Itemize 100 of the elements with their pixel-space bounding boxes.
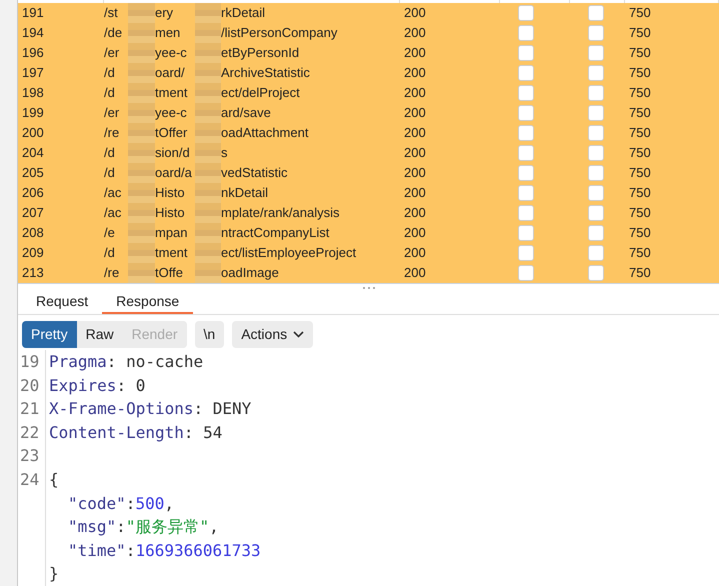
redaction-mark xyxy=(128,162,155,183)
table-row[interactable]: 207 /ac Histo mplate/rank/analysis 200 750 xyxy=(18,202,719,223)
table-row[interactable]: 208 /e mpan ntractCompanyList 200 750 xyxy=(18,222,719,243)
checkbox[interactable] xyxy=(518,24,534,41)
table-row[interactable]: 213 /re tOffe oadImage 200 750 xyxy=(18,262,719,283)
table-cell-text: 200 xyxy=(403,4,427,22)
path-text: mpan xyxy=(155,224,189,242)
table-row[interactable]: 209 /d tment ect/listEmployeeProject 200 750 xyxy=(18,242,719,263)
table-row[interactable]: 204 /d sion/d s 200 750 xyxy=(18,142,719,163)
path-text: /e xyxy=(104,224,116,242)
path-text: mplate/rank/analysis xyxy=(221,204,340,222)
path-text: /d xyxy=(104,84,116,102)
redaction-mark xyxy=(128,82,155,103)
checkbox[interactable] xyxy=(588,144,604,161)
path-text: oard/a xyxy=(155,164,193,182)
checkbox[interactable] xyxy=(588,224,604,241)
table-cell-text: 208 xyxy=(21,224,45,242)
table-row[interactable]: 199 /er yee-c ard/save 200 750 xyxy=(18,102,719,123)
table-row[interactable]: 196 /er yee-c etByPersonId 200 750 xyxy=(18,42,719,63)
checkbox[interactable] xyxy=(588,264,604,281)
checkbox[interactable] xyxy=(518,164,534,181)
redaction-mark xyxy=(128,62,155,83)
line-number: 24 xyxy=(18,468,46,492)
code-line: } xyxy=(48,563,59,586)
table-row[interactable]: 205 /d oard/a vedStatistic 200 750 xyxy=(18,162,719,183)
path-text: /re xyxy=(104,264,120,282)
table-cell-text: 200 xyxy=(403,44,427,62)
line-number: 22 xyxy=(18,420,46,444)
path-text: men xyxy=(155,24,182,42)
redaction-mark xyxy=(128,242,155,263)
path-text: yee-c xyxy=(155,104,188,122)
checkbox[interactable] xyxy=(588,184,604,201)
tab[interactable]: Request xyxy=(22,291,102,314)
checkbox[interactable] xyxy=(518,64,534,81)
table-cell-text: 750 xyxy=(628,84,652,102)
path-text: tment xyxy=(155,84,189,102)
table-row[interactable]: 191 /st ery rkDetail 200 750 xyxy=(18,2,719,23)
table-cell-text: 200 xyxy=(403,84,427,102)
checkbox[interactable] xyxy=(588,84,604,101)
table-row[interactable]: 198 /d tment ect/delProject 200 750 xyxy=(18,82,719,103)
table-cell-text: 200 xyxy=(403,244,427,262)
path-text: yee-c xyxy=(155,44,188,62)
table-row[interactable]: 200 /re tOffer oadAttachment 200 750 xyxy=(18,122,719,143)
checkbox[interactable] xyxy=(588,104,604,121)
newline-button[interactable]: \n xyxy=(194,321,224,348)
checkbox[interactable] xyxy=(518,224,534,241)
pane-splitter[interactable] xyxy=(18,282,719,292)
table-row[interactable]: 197 /d oard/ ArchiveStatistic 200 750 xyxy=(18,62,719,83)
checkbox[interactable] xyxy=(518,44,534,61)
table-cell-text: 750 xyxy=(628,244,652,262)
path-text: oadAttachment xyxy=(221,124,308,142)
line-number: 20 xyxy=(18,374,46,398)
table-cell-text: 200 xyxy=(403,144,427,162)
checkbox[interactable] xyxy=(518,124,534,141)
redaction-mark xyxy=(128,2,155,23)
table-cell-text: 750 xyxy=(628,24,652,42)
checkbox[interactable] xyxy=(588,164,604,181)
tab[interactable]: Response xyxy=(102,291,194,314)
checkbox[interactable] xyxy=(588,124,604,141)
path-text: /er xyxy=(104,104,120,122)
path-text: /d xyxy=(104,164,116,182)
code-line: Expires: 0 xyxy=(48,374,146,397)
checkbox[interactable] xyxy=(588,204,604,221)
redaction-mark xyxy=(195,82,221,103)
checkbox[interactable] xyxy=(518,204,534,221)
table-row[interactable]: 194 /de men /listPersonCompany 200 750 xyxy=(18,22,719,43)
checkbox[interactable] xyxy=(588,244,604,261)
table-row[interactable]: 206 /ac Histo nkDetail 200 750 xyxy=(18,182,719,203)
path-text: /ac xyxy=(104,204,122,222)
path-text: /ac xyxy=(104,184,122,202)
view-mode-button[interactable]: Pretty xyxy=(22,321,77,348)
actions-button[interactable]: Actions xyxy=(232,321,314,348)
checkbox[interactable] xyxy=(518,84,534,101)
checkbox[interactable] xyxy=(588,24,604,41)
redaction-mark xyxy=(128,262,155,283)
checkbox[interactable] xyxy=(518,4,534,21)
redaction-mark xyxy=(195,182,221,203)
checkbox[interactable] xyxy=(518,184,534,201)
table-cell-text: 194 xyxy=(21,24,45,42)
checkbox[interactable] xyxy=(518,104,534,121)
path-text: ard/save xyxy=(221,104,271,122)
table-cell-text: 750 xyxy=(628,184,652,202)
table-cell-text: 200 xyxy=(403,124,427,142)
table-cell-text: 206 xyxy=(21,184,45,202)
code-line: "code":500, xyxy=(67,492,174,515)
table-cell-text: 205 xyxy=(21,164,45,182)
checkbox[interactable] xyxy=(518,264,534,281)
path-text: /re xyxy=(104,124,120,142)
table-cell-text: 200 xyxy=(403,164,427,182)
checkbox[interactable] xyxy=(588,44,604,61)
checkbox[interactable] xyxy=(588,64,604,81)
checkbox[interactable] xyxy=(518,144,534,161)
table-cell-text: 191 xyxy=(21,4,45,22)
path-text: Histo xyxy=(155,204,186,222)
table-cell-text: 200 xyxy=(403,24,427,42)
code-line: { xyxy=(48,469,59,492)
checkbox[interactable] xyxy=(588,4,604,21)
path-text: /listPersonCompany xyxy=(221,24,338,42)
checkbox[interactable] xyxy=(518,244,534,261)
table-cell-text: 199 xyxy=(21,104,45,122)
